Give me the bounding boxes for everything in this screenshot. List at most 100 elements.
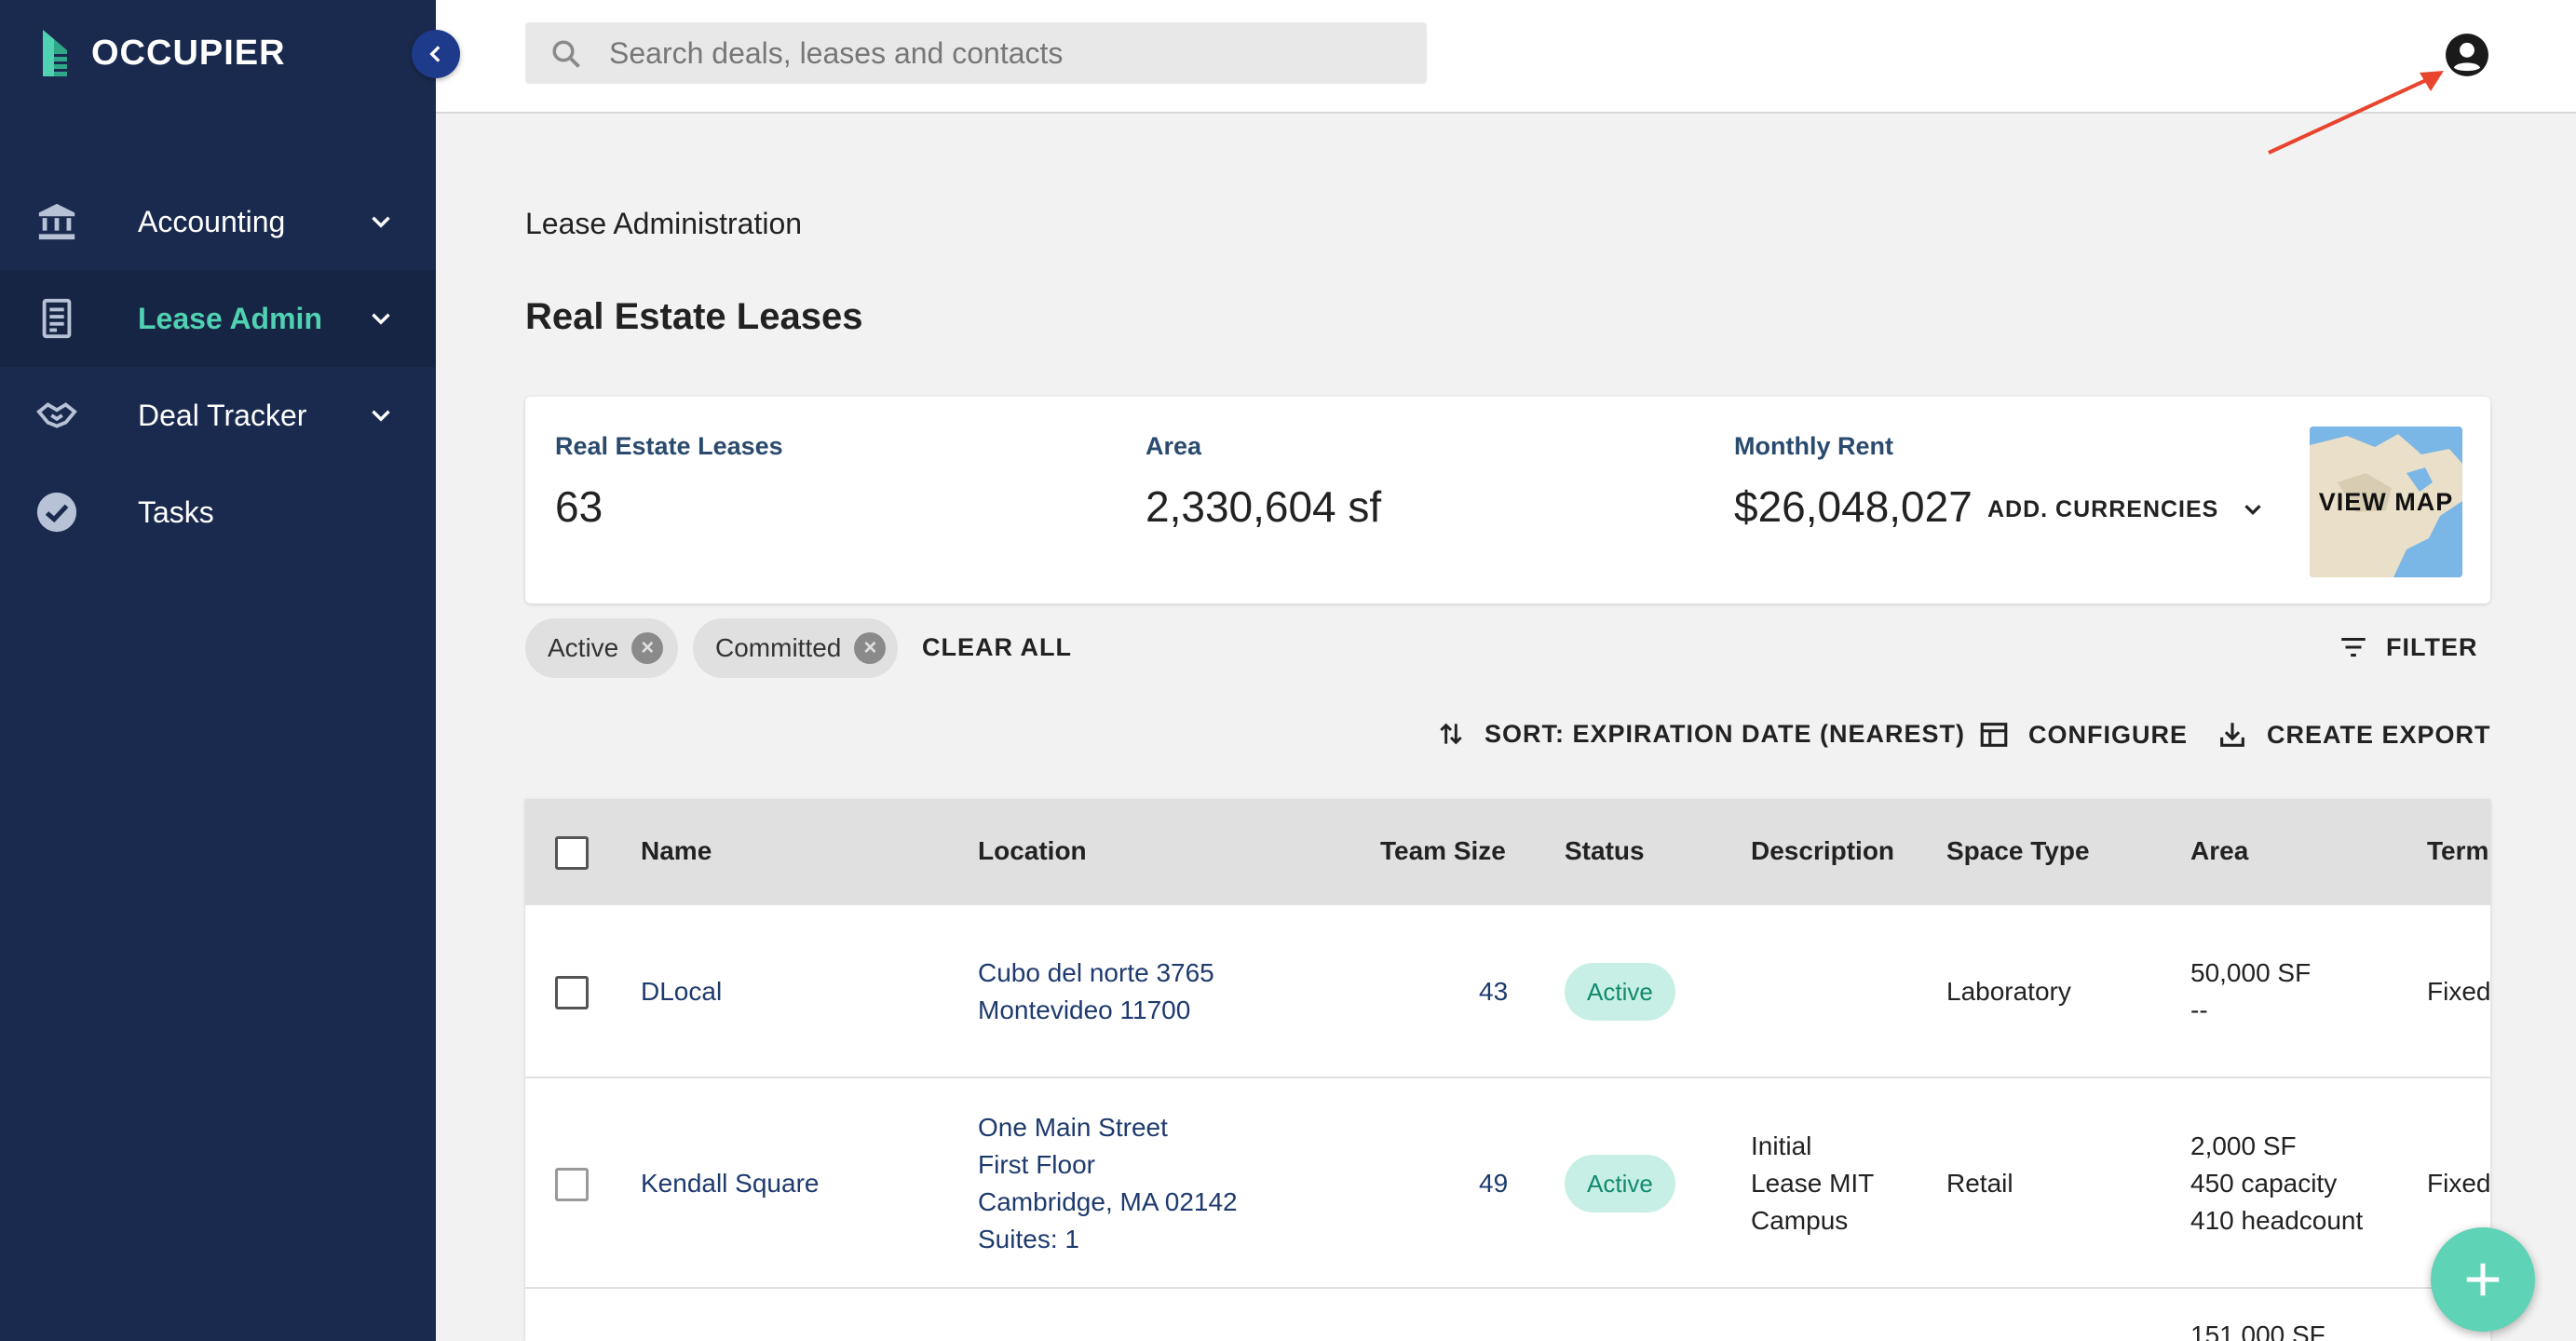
area-line: -- [2190, 996, 2208, 1024]
search-input[interactable] [609, 22, 1410, 84]
location-line: Suites: 1 [978, 1225, 1079, 1253]
status-badge: Active [1565, 963, 1675, 1021]
column-header-area[interactable]: Area [2190, 836, 2248, 866]
term-value: Fixed [2427, 1169, 2490, 1198]
chevron-down-icon [372, 410, 390, 422]
column-header-location[interactable]: Location [978, 836, 1087, 866]
location-line: First Floor [978, 1150, 1095, 1179]
team-size-value: 49 [1479, 1169, 1509, 1198]
create-export-button[interactable]: CREATE EXPORT [2217, 719, 2491, 751]
filter-label: FILTER [2386, 632, 2478, 661]
chevron-left-icon [429, 46, 441, 62]
filter-icon [2341, 637, 2366, 657]
breadcrumb[interactable]: Lease Administration [525, 207, 802, 241]
logo-mark-icon [43, 30, 67, 76]
brand-name: OCCUPIER [91, 33, 286, 73]
stat-value: 63 [555, 482, 603, 531]
column-header-status[interactable]: Status [1565, 836, 1645, 866]
lease-name-link[interactable]: Kendall Square [641, 1165, 819, 1202]
sort-label: SORT: EXPIRATION DATE (NEAREST) [1485, 719, 1966, 748]
sidebar-item-lease-admin[interactable]: Lease Admin [0, 270, 436, 367]
chevron-down-icon [372, 313, 390, 325]
area-line: 410 headcount [2190, 1206, 2364, 1235]
plus-icon [2466, 1263, 2500, 1296]
sort-button[interactable]: SORT: EXPIRATION DATE (NEAREST) [1436, 719, 1965, 749]
row-checkbox[interactable] [555, 976, 589, 1009]
sidebar-item-accounting[interactable]: Accounting [0, 173, 436, 270]
stat-value: $26,048,027 [1734, 482, 1973, 531]
filter-chip-committed[interactable]: Committed × [693, 618, 898, 678]
location-line: One Main Street [978, 1113, 1168, 1142]
sidebar-item-label: Deal Tracker [138, 398, 307, 432]
area-value: 2,000 SF 450 capacity 410 headcount [2190, 1128, 2363, 1239]
table-header: Name Location Team Size Status Descripti… [525, 799, 2490, 905]
sidebar-item-label: Lease Admin [138, 301, 322, 335]
search-bar[interactable] [525, 22, 1427, 84]
chevron-down-icon [2244, 505, 2262, 516]
team-size-value: 43 [1479, 977, 1509, 1006]
space-type-value: Retail [1946, 1169, 2013, 1198]
column-header-description[interactable]: Description [1751, 836, 1894, 866]
search-icon [552, 40, 580, 68]
description-value: Initial Lease MIT Campus [1751, 1128, 1874, 1239]
sidebar: OCCUPIER Accounting Lease Admin Deal Tra… [0, 0, 436, 1341]
sidebar-item-label: Tasks [138, 494, 214, 529]
area-line: 2,000 SF [2190, 1131, 2297, 1160]
location-line: Montevideo 11700 [978, 996, 1191, 1024]
table-row[interactable]: Kendall Square One Main Street First Flo… [525, 1078, 2490, 1289]
handshake-icon [35, 394, 78, 437]
row-checkbox[interactable] [555, 1168, 589, 1201]
download-icon [2220, 723, 2244, 747]
filter-button[interactable]: FILTER [2338, 631, 2477, 663]
area-value: 151,000 SF [2190, 1321, 2325, 1341]
clear-all-button[interactable]: CLEAR ALL [922, 633, 1072, 662]
chevron-down-icon [372, 216, 390, 228]
bank-icon [35, 200, 78, 243]
view-map-button[interactable]: VIEW MAP [2310, 427, 2462, 577]
add-lease-fab[interactable] [2431, 1227, 2535, 1332]
sidebar-item-deal-tracker[interactable]: Deal Tracker [0, 367, 436, 464]
area-value: 50,000 SF -- [2190, 955, 2311, 1029]
stat-label: Area [1146, 432, 1202, 460]
brand-logo[interactable]: OCCUPIER [41, 30, 286, 76]
close-icon[interactable]: × [854, 632, 887, 664]
sidebar-item-label: Accounting [138, 204, 286, 238]
select-all-checkbox[interactable] [555, 836, 589, 870]
stat-value: 2,330,604 sf [1146, 482, 1382, 531]
configure-label: CONFIGURE [2028, 720, 2188, 749]
annotation-arrow [2268, 71, 2444, 155]
column-header-team-size[interactable]: Team Size [1380, 836, 1506, 866]
document-icon [35, 297, 78, 340]
area-line: 50,000 SF [2190, 958, 2312, 987]
stat-leases: Real Estate Leases 63 [555, 432, 783, 532]
chip-label: Committed [715, 633, 842, 662]
export-label: CREATE EXPORT [2267, 720, 2491, 749]
column-header-space-type[interactable]: Space Type [1946, 836, 2090, 866]
table-row[interactable]: DLocal Cubo del norte 3765 Montevideo 11… [525, 905, 2490, 1078]
column-header-name[interactable]: Name [641, 836, 712, 866]
location-link[interactable]: One Main Street First Floor Cambridge, M… [978, 1109, 1238, 1258]
location-line: Cambridge, MA 02142 [978, 1187, 1238, 1216]
chip-label: Active [548, 633, 619, 662]
summary-card: Real Estate Leases 63 Area 2,330,604 sf … [525, 397, 2490, 603]
add-currencies-label: ADD. CURRENCIES [1987, 495, 2219, 522]
area-line: 450 capacity [2190, 1169, 2338, 1198]
add-currencies-button[interactable]: ADD. CURRENCIES [1987, 495, 2267, 523]
status-badge: Active [1565, 1155, 1675, 1212]
filter-chip-active[interactable]: Active × [525, 618, 678, 678]
close-icon[interactable]: × [631, 632, 664, 664]
description-line: Campus [1751, 1206, 1849, 1235]
check-circle-icon [35, 491, 78, 534]
stat-monthly-rent: Monthly Rent $26,048,027 [1734, 432, 1973, 532]
location-line: Cubo del norte 3765 [978, 958, 1214, 987]
sidebar-item-tasks[interactable]: Tasks [0, 464, 436, 561]
collapse-sidebar-button[interactable] [412, 30, 460, 78]
location-link[interactable]: Cubo del norte 3765 Montevideo 11700 [978, 955, 1214, 1029]
column-header-term[interactable]: Term [2427, 836, 2488, 866]
description-line: Lease MIT [1751, 1169, 1875, 1198]
stat-label: Real Estate Leases [555, 432, 783, 460]
lease-name-link[interactable]: DLocal [641, 973, 722, 1010]
space-type-value: Laboratory [1946, 977, 2071, 1006]
table-row[interactable]: 151,000 SF [525, 1289, 2490, 1341]
configure-button[interactable]: CONFIGURE [1978, 719, 2188, 751]
